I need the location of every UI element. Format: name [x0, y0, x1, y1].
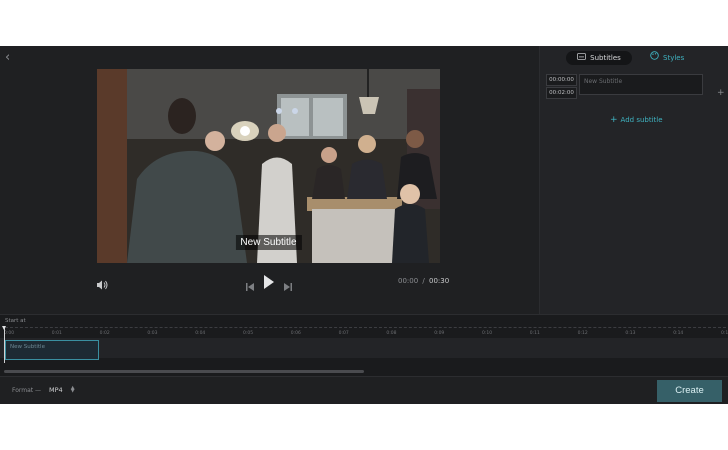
timeline-ruler [5, 327, 726, 328]
select-arrows-icon: ▲ ▼ [70, 385, 75, 394]
playhead-handle[interactable] [2, 326, 6, 363]
timeline-tick: 0:08 [386, 331, 397, 336]
timeline-tick: 0:09 [434, 331, 445, 336]
plus-icon[interactable]: + [717, 89, 725, 98]
subtitles-panel: Subtitles Styles 00:00:00 00:02:00 New S… [539, 46, 728, 314]
tab-subtitles[interactable]: Subtitles [566, 51, 632, 65]
timeline-scrollbar[interactable] [4, 370, 364, 373]
video-editor-area: ‹ New Subtitle 00:00 / 00:30 [0, 46, 539, 314]
back-icon[interactable]: ‹ [5, 51, 17, 65]
tab-styles[interactable]: Styles [650, 51, 700, 65]
format-value: MP4 [49, 386, 63, 394]
timeline-tick: 0:14 [673, 331, 684, 336]
subtitle-track [0, 338, 728, 358]
add-icon: + [610, 115, 618, 125]
panel-tabs: Subtitles Styles [540, 46, 728, 70]
timeline-tick: 0:10 [482, 331, 493, 336]
timeline-tick: 0:15 [721, 331, 728, 336]
timeline-tick: 0:13 [625, 331, 636, 336]
timeline: Start at 0:00 0:01 0:02 0:03 0:04 0:05 0:06 0:0… [0, 314, 728, 377]
video-preview[interactable]: New Subtitle [97, 69, 440, 263]
palette-icon [650, 51, 659, 65]
timeline-tick: 0:02 [99, 331, 110, 336]
timeline-tick: 0:00 [4, 331, 15, 336]
start-time-field[interactable]: 00:00:00 [546, 74, 577, 86]
play-icon[interactable] [263, 274, 275, 294]
timeline-tick: 0:04 [195, 331, 206, 336]
time-readout: 00:00 / 00:30 [398, 277, 449, 285]
end-time-field[interactable]: 00:02:00 [546, 87, 577, 99]
tab-subtitles-label: Subtitles [590, 54, 621, 62]
timeline-tick: 0:11 [529, 331, 540, 336]
add-subtitle-button[interactable]: + Add subtitle [610, 115, 663, 125]
total-time: 00:30 [429, 277, 450, 285]
time-separator: / [422, 277, 425, 285]
tab-styles-label: Styles [663, 54, 685, 62]
volume-icon[interactable] [96, 276, 108, 290]
timeline-tick: 0:01 [51, 331, 62, 336]
bottom-bar: Format — MP4 ▲ ▼ Create [0, 376, 728, 404]
timeline-tick: 0:06 [290, 331, 301, 336]
create-button[interactable]: Create [657, 380, 722, 402]
skip-back-icon[interactable] [245, 277, 255, 296]
subtitle-clip[interactable]: New Subtitle [5, 340, 99, 360]
timeline-tick: 0:03 [147, 331, 158, 336]
format-select[interactable]: MP4 ▲ ▼ [49, 385, 75, 395]
subtitle-text-input[interactable]: New Subtitle [579, 74, 703, 95]
timeline-tick: 0:05 [243, 331, 254, 336]
add-subtitle-label: Add subtitle [620, 116, 663, 124]
subtitle-overlay: New Subtitle [235, 235, 302, 250]
timeline-tick: 0:07 [338, 331, 349, 336]
subtitle-entry: 00:00:00 00:02:00 New Subtitle + [546, 74, 725, 100]
playback-controls [245, 274, 293, 291]
format-label: Format — [12, 387, 42, 394]
timeline-tick: 0:12 [577, 331, 588, 336]
current-time: 00:00 [398, 277, 419, 285]
video-frame-illustration [97, 69, 440, 263]
subtitle-editor-app: ‹ New Subtitle 00:00 / 00:30 Subtitles S… [0, 46, 728, 404]
skip-forward-icon[interactable] [283, 277, 293, 296]
start-at-label: Start at [5, 318, 26, 324]
subtitles-icon [577, 51, 587, 65]
